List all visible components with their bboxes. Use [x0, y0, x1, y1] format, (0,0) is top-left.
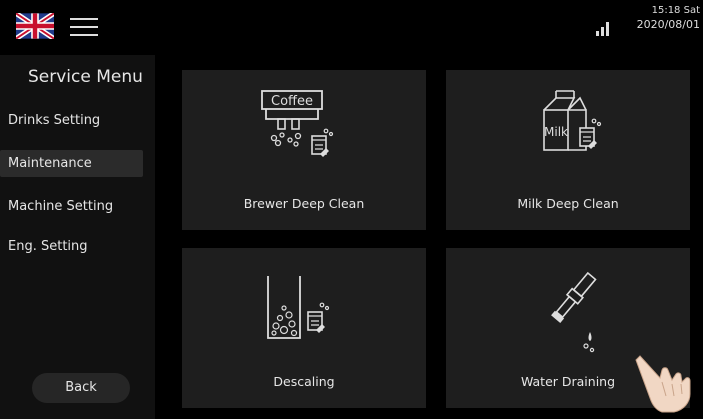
- sidebar-item-maintenance[interactable]: Maintenance: [0, 150, 143, 177]
- signal-strength-icon: [596, 22, 609, 36]
- coffee-brewer-clean-icon: Coffee: [261, 90, 334, 157]
- sidebar: Service Menu Drinks Setting Maintenance …: [0, 55, 155, 419]
- top-bar: 15:18 Sat 2020/08/01: [0, 0, 703, 50]
- milk-carton-clean-icon: Milk: [543, 90, 602, 151]
- descaling-tank-icon: [267, 276, 330, 339]
- clock: 15:18 Sat 2020/08/01: [637, 4, 700, 32]
- brewer-deep-clean-card[interactable]: Coffee Brewer Deep Clean: [182, 70, 426, 230]
- uk-flag-icon[interactable]: [16, 13, 54, 39]
- hamburger-menu-icon[interactable]: [70, 18, 98, 36]
- pointing-hand-icon: [635, 355, 691, 413]
- brewer-deep-clean-label: Brewer Deep Clean: [243, 196, 365, 211]
- milk-deep-clean-label: Milk Deep Clean: [517, 196, 619, 211]
- maintenance-panel: Coffee Brewer Deep Clean Milk Milk Deep …: [155, 55, 703, 419]
- milk-deep-clean-card[interactable]: Milk Milk Deep Clean: [446, 70, 690, 230]
- date-text: 2020/08/01: [636, 18, 700, 31]
- water-drain-valve-icon: [551, 271, 597, 353]
- time-text: 15:18 Sat: [651, 5, 700, 16]
- sidebar-item-eng-setting[interactable]: Eng. Setting: [0, 233, 143, 260]
- descaling-label: Descaling: [273, 374, 335, 389]
- svg-text:Coffee: Coffee: [271, 94, 313, 109]
- svg-text:Milk: Milk: [544, 125, 568, 139]
- back-button[interactable]: Back: [32, 373, 130, 403]
- sidebar-item-machine-setting[interactable]: Machine Setting: [0, 193, 143, 220]
- descaling-card[interactable]: Descaling: [182, 248, 426, 408]
- sidebar-item-drinks-setting[interactable]: Drinks Setting: [0, 107, 143, 134]
- sidebar-title: Service Menu: [28, 67, 143, 87]
